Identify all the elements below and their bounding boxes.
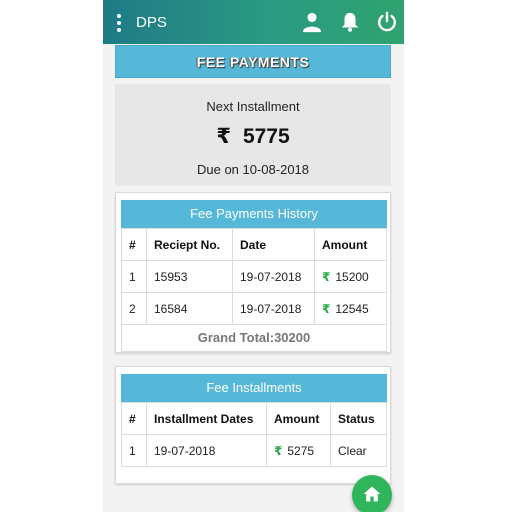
column-header: # [121,228,147,261]
amount-value: 5275 [287,443,315,458]
column-header: Amount [314,228,387,261]
rupee-icon: ₹ [274,443,283,458]
table-row: 2 16584 19-07-2018 ₹12545 [121,292,387,325]
column-header: Installment Dates [146,402,267,435]
installment-status: Clear [330,434,387,467]
menu-icon[interactable] [117,14,123,32]
due-date-text: Due on 10-08-2018 [196,162,310,177]
table-header-row: # Installment Dates Amount Status [121,402,387,435]
fee-installments-title: Fee Installments [121,374,387,402]
next-installment-amount: ₹5775 [115,124,391,149]
table-row: 1 19-07-2018 ₹5275 Clear [121,434,387,467]
app-bar: DPS [103,0,404,44]
payment-amount: ₹15200 [314,260,387,293]
installment-amount: ₹5275 [266,434,331,467]
receipt-number: 15953 [146,260,233,293]
installment-date: 19-07-2018 [146,434,267,467]
fee-history-card: Fee Payments History # Reciept No. Date … [115,192,391,353]
row-number: 1 [121,434,147,467]
column-header: Reciept No. [146,228,233,261]
column-header: Amount [266,402,331,435]
payment-date: 19-07-2018 [232,292,315,325]
phone-screen: DPS FEE PAYMENTS Next Installment ₹5775 … [103,0,404,512]
table-row: 1 15953 19-07-2018 ₹15200 [121,260,387,293]
payment-amount: ₹12545 [314,292,387,325]
amount-value: 5775 [242,125,290,148]
amount-value: 12545 [335,301,369,316]
next-installment-panel: Next Installment ₹5775 Due on 10-08-2018 [115,84,391,186]
bell-icon[interactable] [339,11,361,33]
table-header-row: # Reciept No. Date Amount [121,228,387,261]
power-icon[interactable] [376,11,398,33]
payment-date: 19-07-2018 [232,260,315,293]
page-title: FEE PAYMENTS [196,54,310,70]
page-banner: FEE PAYMENTS [115,45,391,78]
receipt-number: 16584 [146,292,233,325]
next-installment-label: Next Installment [206,99,300,114]
grand-total: Grand Total:30200 [121,324,387,352]
rupee-icon: ₹ [216,125,231,148]
fee-history-title: Fee Payments History [121,200,387,228]
fee-history-table: # Reciept No. Date Amount 1 15953 19-07-… [121,228,387,325]
user-icon[interactable] [301,11,323,33]
amount-value: 15200 [335,269,369,284]
app-title: DPS [136,14,167,31]
row-number: 2 [121,292,147,325]
column-header: # [121,402,147,435]
rupee-icon: ₹ [322,269,331,284]
rupee-icon: ₹ [322,301,331,316]
column-header: Date [232,228,315,261]
home-button[interactable] [352,475,392,512]
fee-installments-card: Fee Installments # Installment Dates Amo… [115,366,391,484]
fee-installments-table: # Installment Dates Amount Status 1 19-0… [121,402,387,467]
column-header: Status [330,402,387,435]
row-number: 1 [121,260,147,293]
home-icon [363,486,381,502]
